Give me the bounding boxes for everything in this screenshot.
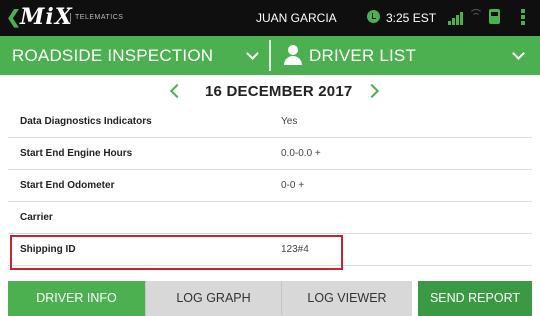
header-bar: ROADSIDE INSPECTION DRIVER LIST: [0, 36, 540, 75]
list-item[interactable]: Start End Odometer 0-0 +: [8, 170, 532, 202]
row-value: 0-0 +: [281, 180, 305, 191]
person-icon: [284, 45, 302, 65]
row-label: Start End Odometer: [20, 180, 115, 191]
back-chevron-icon[interactable]: ❮: [6, 7, 21, 27]
bus-icon: [489, 9, 500, 24]
chevron-down-icon: [512, 47, 525, 60]
bottom-tab-bar: DRIVER INFO LOG GRAPH LOG VIEWER SEND RE…: [0, 281, 540, 316]
tab-log-graph[interactable]: LOG GRAPH: [145, 281, 281, 316]
list-item: Data Diagnostics Indicators Yes: [8, 106, 532, 138]
signal-icon: [448, 11, 464, 25]
row-value: 0.0-0.0 +: [281, 148, 321, 159]
tab-log-viewer[interactable]: LOG VIEWER: [281, 281, 412, 316]
wifi-icon: [469, 9, 483, 23]
send-report-button[interactable]: SEND REPORT: [418, 281, 532, 316]
list-item[interactable]: Start End Engine Hours 0.0-0.0 +: [8, 138, 532, 170]
logo-subtitle: TELEMATICS: [70, 13, 123, 22]
status-bar: ❮ MiX TELEMATICS JUAN GARCIA 3:25 EST: [0, 0, 540, 36]
shipping-id-highlight-box: [10, 235, 343, 270]
current-date: 16 DECEMBER 2017: [205, 83, 353, 100]
roadside-inspection-dropdown[interactable]: ROADSIDE INSPECTION: [0, 36, 270, 75]
clock-time: 3:25 EST: [386, 11, 437, 25]
more-vert-icon[interactable]: [521, 9, 525, 25]
row-value: Yes: [281, 116, 298, 127]
row-label: Start End Engine Hours: [20, 148, 133, 159]
driver-list-dropdown[interactable]: DRIVER LIST: [271, 36, 540, 75]
tab-driver-info[interactable]: DRIVER INFO: [8, 281, 145, 316]
driver-list-title: DRIVER LIST: [309, 46, 417, 65]
date-navigator: 16 DECEMBER 2017: [0, 75, 540, 108]
clock-icon: [367, 10, 380, 23]
roadside-inspection-title: ROADSIDE INSPECTION: [12, 46, 214, 65]
next-date-icon[interactable]: [364, 83, 380, 99]
row-label: Data Diagnostics Indicators: [20, 116, 152, 127]
previous-date-icon[interactable]: [169, 83, 185, 99]
mix-logo: MiX: [20, 4, 73, 30]
user-name: JUAN GARCIA: [256, 11, 337, 25]
row-label: Carrier: [20, 212, 53, 223]
chevron-down-icon: [246, 47, 259, 60]
list-item: Carrier: [8, 202, 532, 234]
